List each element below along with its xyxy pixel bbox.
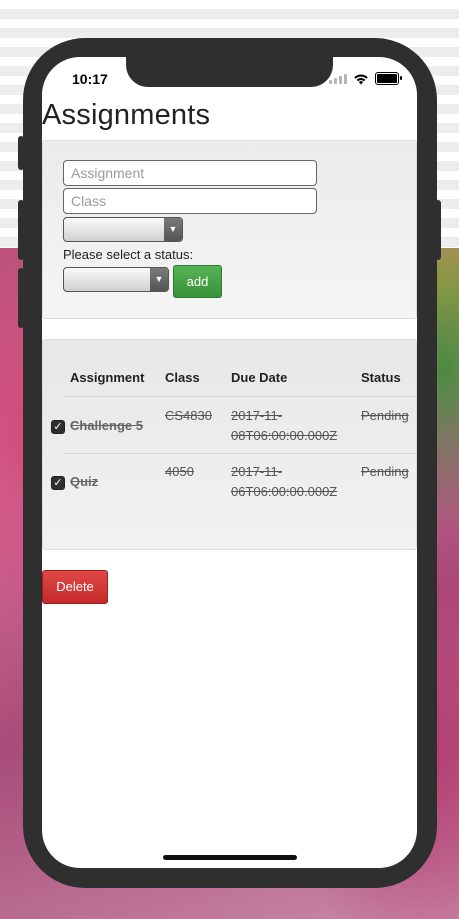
add-assignment-form: ▼ Please select a status: ▼ add <box>42 140 417 319</box>
status-time: 10:17 <box>72 71 108 87</box>
header-class: Class <box>165 370 200 385</box>
power-button <box>435 200 441 260</box>
checkmark-icon: ✓ <box>53 421 63 433</box>
row-divider <box>63 453 416 454</box>
dropdown-arrow-icon: ▼ <box>164 218 182 241</box>
volume-up-button <box>18 200 24 260</box>
status-icons <box>329 72 402 85</box>
wifi-icon <box>354 74 368 84</box>
row-checkbox[interactable]: ✓ <box>51 420 65 434</box>
assignment-input[interactable] <box>63 160 317 186</box>
row-due-date-line1: 2017-11- <box>231 464 283 479</box>
delete-button[interactable]: Delete <box>42 570 108 604</box>
mute-switch <box>18 136 24 170</box>
signal-icon <box>329 73 347 84</box>
header-due-date: Due Date <box>231 370 288 385</box>
due-date-select[interactable]: ▼ <box>63 217 183 242</box>
header-status: Status <box>361 370 401 385</box>
row-due-date-line2: 08T06:00:00.000Z <box>231 428 338 443</box>
row-due-date-line1: 2017-11- <box>231 408 283 423</box>
checkmark-icon: ✓ <box>53 477 63 489</box>
dropdown-arrow-icon: ▼ <box>150 268 168 291</box>
header-assignment: Assignment <box>70 370 145 385</box>
phone-screen: 10:17 Assignments ▼ Please select a stat… <box>42 57 417 868</box>
home-indicator[interactable] <box>163 855 297 860</box>
status-select[interactable]: ▼ <box>63 267 169 292</box>
row-status: Pending <box>361 408 409 423</box>
battery-icon <box>375 72 402 85</box>
assignments-table: Assignment Class Due Date Status ✓ Chall… <box>42 339 417 550</box>
row-class: 4050 <box>165 464 194 479</box>
volume-down-button <box>18 268 24 328</box>
row-checkbox[interactable]: ✓ <box>51 476 65 490</box>
row-status: Pending <box>361 464 409 479</box>
page-title: Assignments <box>42 99 211 131</box>
notch <box>126 57 333 87</box>
class-input[interactable] <box>63 188 317 214</box>
row-class: CS4830 <box>165 408 212 423</box>
status-prompt-label: Please select a status: <box>63 247 194 262</box>
row-assignment: Challenge 5 <box>70 418 143 433</box>
row-assignment: Quiz <box>70 474 99 489</box>
add-button[interactable]: add <box>173 265 222 298</box>
row-due-date-line2: 06T06:00:00.000Z <box>231 484 338 499</box>
header-divider <box>63 396 416 397</box>
